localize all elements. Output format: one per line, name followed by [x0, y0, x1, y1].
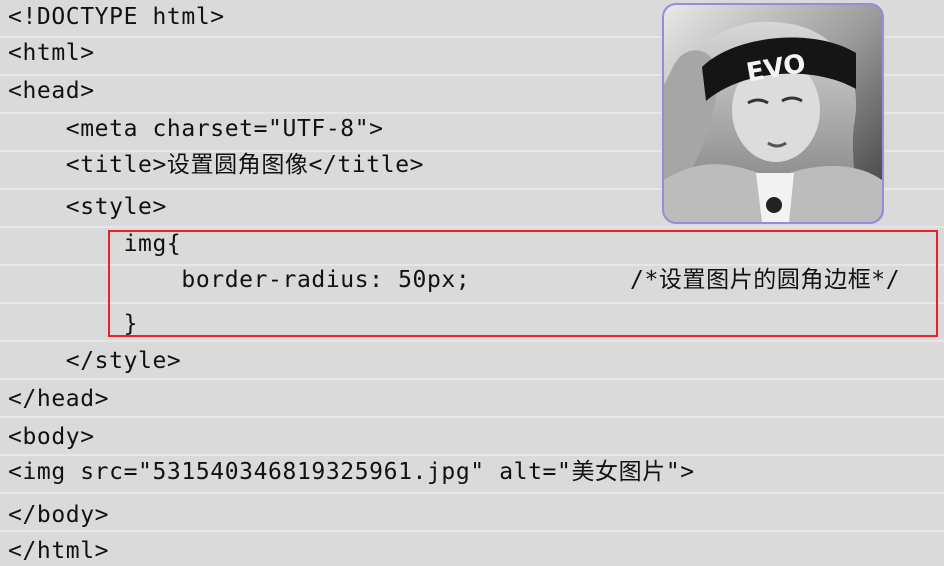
code-line-html-close: </html>: [8, 538, 110, 564]
rounded-image-preview: EVO: [662, 3, 884, 224]
code-line-body-open: <body>: [8, 424, 95, 450]
css-rule-highlight-box: [108, 230, 938, 337]
code-line-img-tag: <img src="531540346819325961.jpg" alt="美…: [8, 459, 695, 485]
code-line-head-open: <head>: [8, 78, 95, 104]
code-line-style-close: </style>: [8, 348, 182, 374]
code-line-meta: <meta charset="UTF-8">: [8, 116, 384, 142]
code-line-body-close: </body>: [8, 502, 110, 528]
code-line-style-open: <style>: [8, 194, 167, 220]
code-line-title: <title>设置圆角图像</title>: [8, 152, 425, 178]
code-line-head-close: </head>: [8, 386, 110, 412]
portrait-photo: EVO: [664, 5, 882, 222]
code-line-html-open: <html>: [8, 40, 95, 66]
code-line-doctype: <!DOCTYPE html>: [8, 4, 225, 30]
